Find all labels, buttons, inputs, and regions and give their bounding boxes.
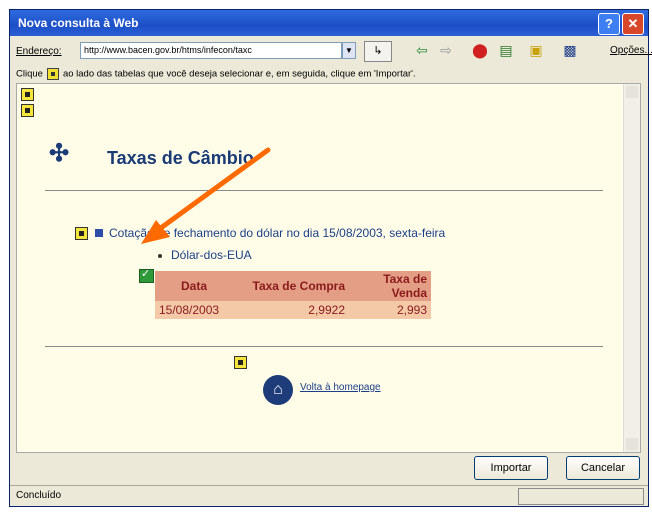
status-bar: Concluído [10, 485, 648, 506]
stop-icon[interactable]: ⬤ [472, 42, 488, 58]
select-page-arrow-icon[interactable] [21, 88, 34, 101]
table-row: 15/08/2003 2,9922 2,993 [155, 301, 431, 319]
currency-name: Dólar-dos-EUA [171, 248, 252, 262]
col-date: Data [155, 271, 233, 301]
selected-table-check-icon[interactable] [139, 267, 154, 283]
go-button[interactable]: ↳ [364, 41, 392, 62]
bacen-logo-icon: ✣ [49, 140, 70, 167]
hint-after: ao lado das tabelas que você deseja sele… [62, 68, 416, 80]
web-page-view: ✣ Taxas de Câmbio Cotação de fechamento … [16, 83, 641, 453]
window-title: Nova consulta à Web [18, 16, 139, 30]
home-icon[interactable]: ⌂ [263, 375, 293, 405]
address-toolbar: Endereço: http://www.bacen.gov.br/htms/i… [10, 39, 652, 65]
cell-sell-rate: 2,993 [349, 301, 431, 319]
select-table-arrow-icon[interactable] [75, 227, 88, 240]
instruction-text: Clique ao lado das tabelas que você desej… [16, 68, 416, 80]
address-label: Endereço: [16, 46, 62, 57]
options-button[interactable]: Opções... [610, 45, 652, 56]
select-table-icon [46, 68, 59, 80]
cell-date: 15/08/2003 [155, 301, 233, 319]
import-button[interactable]: Importar [474, 456, 548, 480]
homepage-link[interactable]: Volta à homepage [300, 382, 381, 393]
table-header-row: Data Taxa de Compra Taxa de Venda [155, 271, 431, 301]
help-button[interactable]: ? [598, 13, 620, 35]
save-query-icon[interactable]: ▩ [562, 42, 578, 58]
status-text: Concluído [16, 490, 62, 501]
scroll-down-button[interactable] [626, 438, 638, 450]
cell-buy-rate: 2,9922 [233, 301, 349, 319]
rate-caption: Cotação de fechamento do dólar no dia 15… [109, 226, 446, 240]
divider-top [45, 190, 603, 191]
status-panel [518, 488, 644, 505]
web-query-dialog: Nova consulta à Web ? ✕ Endereço: http:/… [9, 9, 652, 507]
close-button[interactable]: ✕ [622, 13, 644, 35]
title-bar: Nova consulta à Web ? ✕ [10, 10, 648, 36]
currency-bullet-icon [158, 254, 162, 258]
address-dropdown-button[interactable]: ▼ [342, 42, 356, 59]
show-icons-icon[interactable]: ▣ [528, 42, 544, 58]
exchange-rate-table: Data Taxa de Compra Taxa de Venda 15/08/… [155, 271, 431, 319]
col-sell-rate: Taxa de Venda [349, 271, 431, 301]
vertical-scrollbar[interactable] [623, 84, 640, 452]
back-arrow-icon[interactable]: ⇦ [414, 42, 430, 58]
select-table-arrow-icon[interactable] [234, 356, 247, 369]
hint-before: Clique [16, 68, 43, 80]
page-title: Taxas de Câmbio [107, 148, 254, 168]
refresh-icon[interactable]: ▤ [498, 42, 514, 58]
cancel-button[interactable]: Cancelar [566, 456, 640, 480]
select-table-arrow-icon[interactable] [21, 104, 34, 117]
address-input[interactable]: http://www.bacen.gov.br/htms/infecon/tax… [80, 42, 342, 59]
forward-arrow-icon[interactable]: ⇨ [438, 42, 454, 58]
divider-bottom [45, 346, 603, 347]
col-buy-rate: Taxa de Compra [233, 271, 349, 301]
caption-bullet-icon [95, 229, 103, 237]
scroll-up-button[interactable] [626, 86, 638, 98]
